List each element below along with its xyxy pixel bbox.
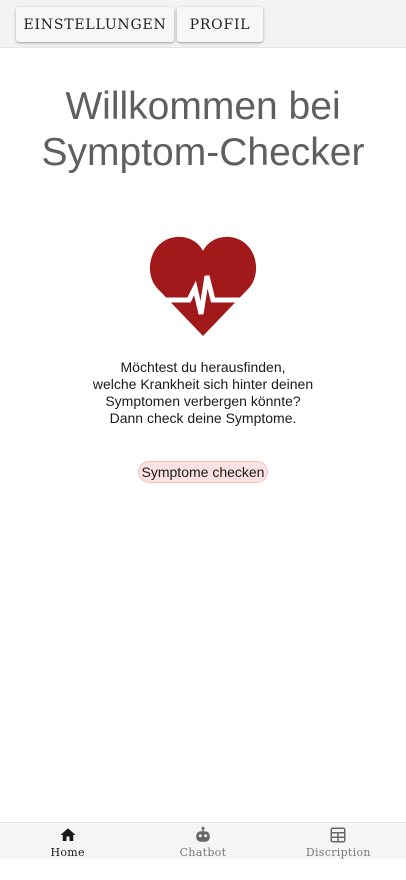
check-symptoms-button[interactable]: Symptome checken xyxy=(138,461,268,483)
bottom-strip xyxy=(0,859,406,880)
intro-text: Möchtest du herausfinden, welche Krankhe… xyxy=(0,359,406,427)
home-icon xyxy=(60,828,76,841)
settings-button[interactable]: EINSTELLUNGEN xyxy=(16,7,174,42)
profile-button[interactable]: PROFIL xyxy=(177,7,263,42)
intro-line: Symptomen verbergen könnte? xyxy=(105,393,301,409)
nav-item-home[interactable]: Home xyxy=(0,823,135,859)
nav-item-discription[interactable]: Discription xyxy=(271,823,406,859)
robot-icon xyxy=(196,826,210,842)
page-title-line-1: Willkommen bei xyxy=(65,85,341,128)
page-title-line-2: Symptom-Checker xyxy=(41,131,365,174)
intro-line: welche Krankheit sich hinter deinen xyxy=(92,376,314,392)
nav-item-chatbot[interactable]: Chatbot xyxy=(135,823,270,859)
page-title: Willkommen bei Symptom-Checker xyxy=(0,84,406,176)
intro-line: Möchtest du herausfinden, xyxy=(120,359,286,375)
table-icon xyxy=(330,827,346,843)
heart-pulse-icon xyxy=(149,236,257,336)
nav-label-chatbot: Chatbot xyxy=(179,846,227,859)
bottom-navigation: Home Chatbot Discription xyxy=(0,822,406,859)
nav-label-home: Home xyxy=(50,846,85,859)
intro-line: Dann check deine Symptome. xyxy=(109,410,297,426)
top-bar: EINSTELLUNGEN PROFIL xyxy=(0,0,406,48)
nav-label-discription: Discription xyxy=(305,846,371,859)
